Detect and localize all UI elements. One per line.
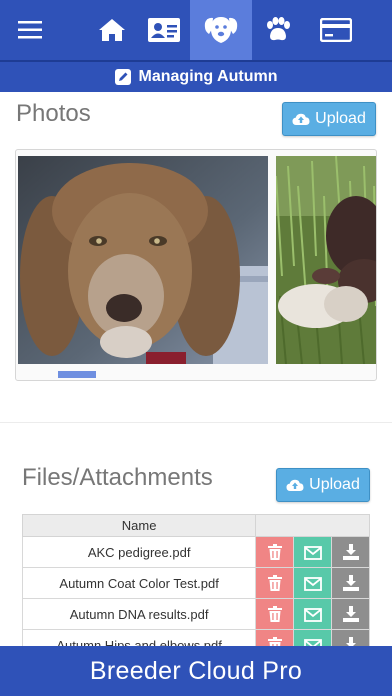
table-row: AKC pedigree.pdf xyxy=(21,536,370,568)
trash-icon xyxy=(267,575,282,592)
delete-button[interactable] xyxy=(255,629,295,646)
name-column-header: Name xyxy=(21,514,257,537)
trash-icon xyxy=(267,544,282,561)
top-nav xyxy=(0,0,392,60)
menu-button[interactable] xyxy=(0,0,60,60)
cloud-upload-icon xyxy=(286,479,304,491)
table-header-row: Name xyxy=(21,514,370,537)
nav-billing[interactable] xyxy=(304,0,368,60)
actions-column-header xyxy=(255,514,370,537)
envelope-icon xyxy=(303,638,322,646)
page-title: Managing Autumn xyxy=(138,68,278,85)
nav-dogs[interactable] xyxy=(190,0,252,60)
trash-icon xyxy=(267,606,282,623)
nav-profile[interactable] xyxy=(138,0,190,60)
main-content: Photos Upload Files/Attachments Upload N… xyxy=(0,92,392,646)
managing-bar: Managing Autumn xyxy=(0,60,392,92)
table-row: Autumn Coat Color Test.pdf xyxy=(21,567,370,599)
nav-home[interactable] xyxy=(86,0,138,60)
delete-button[interactable] xyxy=(255,567,295,599)
file-name[interactable]: AKC pedigree.pdf xyxy=(21,536,257,568)
photo-gallery[interactable] xyxy=(15,149,377,381)
files-upload-button[interactable]: Upload xyxy=(276,468,370,502)
photos-upload-button[interactable]: Upload xyxy=(282,102,376,136)
table-row: Autumn Hips and elbows.pdf xyxy=(21,629,370,646)
photo-poodle[interactable] xyxy=(18,156,268,364)
delete-button[interactable] xyxy=(255,598,295,630)
photos-upload-label: Upload xyxy=(315,110,366,127)
email-button[interactable] xyxy=(293,598,333,630)
envelope-icon xyxy=(303,576,322,591)
edit-icon xyxy=(114,69,131,85)
download-button[interactable] xyxy=(331,629,370,646)
credit-card-icon xyxy=(320,18,352,42)
files-upload-label: Upload xyxy=(309,476,360,493)
download-icon xyxy=(342,606,359,623)
delete-button[interactable] xyxy=(255,536,295,568)
app-footer-banner: Breeder Cloud Pro xyxy=(0,646,392,696)
download-button[interactable] xyxy=(331,598,370,630)
home-icon xyxy=(99,19,125,41)
download-icon xyxy=(345,637,356,646)
email-button[interactable] xyxy=(293,629,333,646)
paw-icon xyxy=(267,17,290,41)
puppy-image xyxy=(276,156,376,364)
files-table: Name AKC pedigree.pdf Autumn Coat Color … xyxy=(21,514,370,646)
trash-icon xyxy=(267,637,282,646)
download-button[interactable] xyxy=(331,567,370,599)
file-name[interactable]: Autumn DNA results.pdf xyxy=(21,598,257,630)
menu-icon xyxy=(18,21,42,39)
nav-litters[interactable] xyxy=(252,0,304,60)
cloud-upload-icon xyxy=(292,113,310,125)
id-card-icon xyxy=(148,18,180,42)
table-row: Autumn DNA results.pdf xyxy=(21,598,370,630)
dog-face-icon xyxy=(204,17,238,43)
email-button[interactable] xyxy=(293,536,333,568)
email-button[interactable] xyxy=(293,567,333,599)
file-name[interactable]: Autumn Hips and elbows.pdf xyxy=(21,629,257,646)
download-icon xyxy=(342,575,359,592)
photos-title: Photos xyxy=(16,100,91,127)
gallery-scroll-indicator[interactable] xyxy=(58,371,96,378)
envelope-icon xyxy=(303,607,322,622)
download-button[interactable] xyxy=(331,536,370,568)
files-title: Files/Attachments xyxy=(22,464,213,491)
section-divider xyxy=(0,422,392,423)
download-icon xyxy=(342,544,359,561)
poodle-image xyxy=(18,156,268,364)
file-name[interactable]: Autumn Coat Color Test.pdf xyxy=(21,567,257,599)
envelope-icon xyxy=(303,545,322,560)
photo-puppy[interactable] xyxy=(276,156,376,364)
